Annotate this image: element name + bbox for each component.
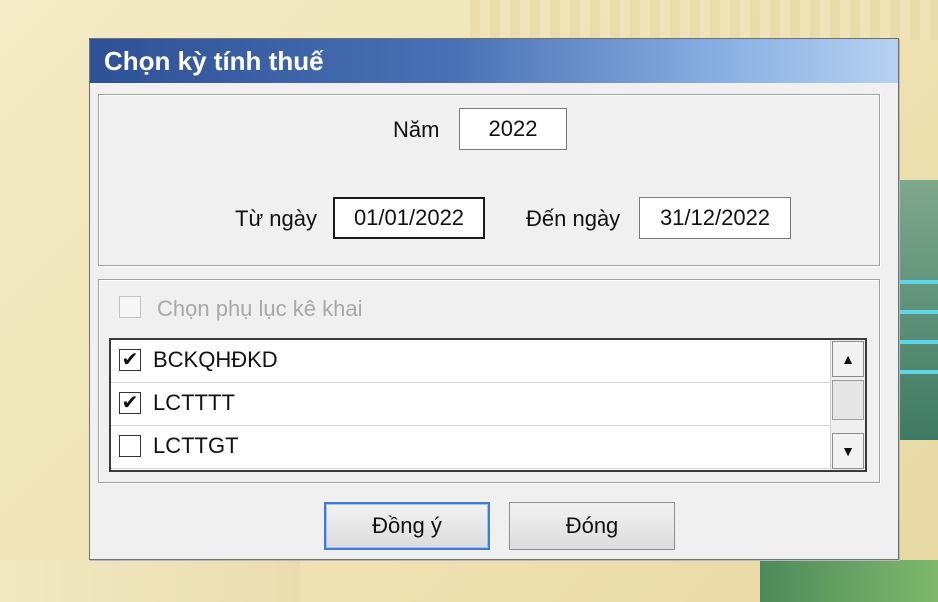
- scroll-up-arrow-icon: ▲: [841, 351, 855, 367]
- list-scrollbar[interactable]: ▲ ▼: [830, 340, 865, 470]
- list-item-checkbox[interactable]: ✔: [119, 392, 141, 414]
- list-item[interactable]: ✔ BCKQHĐKD: [111, 340, 830, 383]
- scroll-down-arrow-icon: ▼: [841, 443, 855, 459]
- background-ground-left: [0, 560, 300, 602]
- close-button[interactable]: Đóng: [509, 502, 675, 550]
- list-item[interactable]: LCTTGT: [111, 426, 830, 469]
- list-item[interactable]: ✔ LCTTTT: [111, 383, 830, 426]
- year-input[interactable]: 2022: [459, 108, 567, 150]
- dialog-title: Chọn kỳ tính thuế: [104, 46, 324, 76]
- scroll-down-button[interactable]: ▼: [832, 433, 864, 469]
- list-item-label: LCTTGT: [153, 433, 239, 458]
- background-building: [900, 180, 938, 440]
- period-group: Năm 2022 Từ ngày 01/01/2022 Đến ngày 31/…: [98, 94, 880, 266]
- appendix-checkbox-label: Chọn phụ lục kê khai: [157, 296, 363, 321]
- list-item-checkbox[interactable]: [119, 435, 141, 457]
- scroll-up-button[interactable]: ▲: [832, 341, 864, 377]
- list-item-label: LCTTTT: [153, 390, 235, 415]
- year-label: Năm: [393, 117, 440, 142]
- appendix-checkbox[interactable]: [119, 296, 141, 318]
- appendix-list[interactable]: ✔ BCKQHĐKD ✔ LCTTTT LCTTGT ▲ ▼: [109, 338, 867, 472]
- ok-button[interactable]: Đồng ý: [324, 502, 490, 550]
- to-date-label: Đến ngày: [526, 206, 621, 231]
- background-pattern: [470, 0, 938, 40]
- to-date-input[interactable]: 31/12/2022: [639, 197, 791, 239]
- from-date-input[interactable]: 01/01/2022: [333, 197, 485, 239]
- tax-period-dialog: Chọn kỳ tính thuế Năm 2022 Từ ngày 01/01…: [89, 38, 899, 560]
- dialog-titlebar[interactable]: Chọn kỳ tính thuế: [90, 39, 898, 83]
- checkmark-icon: ✔: [121, 392, 139, 414]
- list-item-label: BCKQHĐKD: [153, 347, 278, 372]
- checkmark-icon: ✔: [121, 349, 139, 371]
- from-date-label: Từ ngày: [235, 206, 317, 231]
- appendix-group: Chọn phụ lục kê khai ✔ BCKQHĐKD ✔ LCTTTT…: [98, 279, 880, 483]
- background-ground: [760, 560, 938, 602]
- list-item-checkbox[interactable]: ✔: [119, 349, 141, 371]
- scroll-thumb[interactable]: [832, 380, 864, 420]
